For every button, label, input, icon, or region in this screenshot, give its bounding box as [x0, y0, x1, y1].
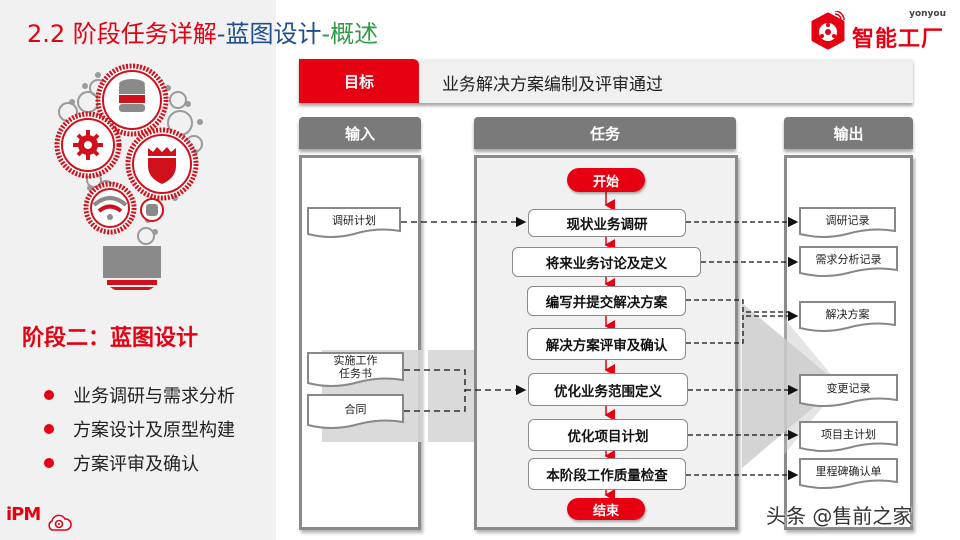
title-separator: - — [321, 20, 331, 48]
input-document[interactable]: 实施工作 任务书 — [307, 352, 404, 388]
task-step[interactable]: 解决方案评审及确认 — [527, 328, 686, 360]
output-document[interactable]: 解决方案 — [799, 301, 896, 333]
brand-logo: yonyou 智能工厂 — [808, 5, 948, 52]
brand-small-text: yonyou — [909, 9, 946, 19]
ipm-logo: iPM — [6, 502, 76, 536]
title-section: 2.2 阶段任务详解 — [27, 20, 217, 48]
output-document[interactable]: 变更记录 — [799, 374, 898, 408]
output-document-label: 需求分析记录 — [815, 252, 882, 266]
cloud-gear-icon — [48, 514, 72, 531]
goal-text: 业务解决方案编制及评审通过 — [442, 75, 663, 95]
brand-name: 智能工厂 — [852, 27, 945, 52]
output-document-label: 解决方案 — [825, 307, 870, 321]
output-document[interactable]: 调研记录 — [799, 207, 896, 239]
bullet-text: 方案设计及原型构建 — [73, 420, 235, 441]
column-header-input: 输入 — [299, 117, 421, 149]
bullet-item: 业务调研与需求分析 — [44, 378, 235, 412]
column-header-task: 任务 — [474, 117, 736, 149]
title-topic: 概述 — [330, 20, 379, 48]
input-document[interactable]: 合同 — [307, 394, 404, 430]
flow-start: 开始 — [567, 168, 645, 192]
stage-title: 阶段二：蓝图设计 — [22, 326, 199, 351]
bullet-dot-icon — [44, 390, 54, 400]
bullet-list: 业务调研与需求分析 方案设计及原型构建 方案评审及确认 — [44, 378, 235, 480]
input-document[interactable]: 调研计划 — [307, 207, 401, 239]
output-document-label: 调研记录 — [825, 213, 870, 227]
output-document-label: 里程碑确认单 — [815, 464, 882, 478]
bullet-text: 方案评审及确认 — [73, 454, 199, 475]
task-step[interactable]: 将来业务讨论及定义 — [512, 247, 701, 277]
title-phase: 蓝图设计 — [225, 20, 322, 48]
output-document[interactable]: 里程碑确认单 — [799, 458, 898, 490]
watermark: 头条 @售前之家 — [766, 504, 913, 528]
ipm-logo-text: iPM — [6, 504, 41, 525]
output-document-label: 变更记录 — [826, 381, 871, 395]
bullet-item: 方案评审及确认 — [44, 446, 235, 480]
flow-end: 结束 — [567, 498, 645, 520]
task-step[interactable]: 现状业务调研 — [528, 209, 686, 237]
bullet-item: 方案设计及原型构建 — [44, 412, 235, 446]
input-document-label: 调研计划 — [332, 213, 376, 227]
task-step[interactable]: 优化项目计划 — [528, 419, 688, 451]
goal-label: 目标 — [299, 59, 419, 103]
column-header-output: 输出 — [784, 117, 913, 149]
page-title: 2.2 阶段任务详解-蓝图设计-概述 — [27, 14, 378, 49]
output-document-label: 项目主计划 — [821, 427, 876, 441]
task-step[interactable]: 编写并提交解决方案 — [527, 286, 686, 316]
task-step[interactable]: 本阶段工作质量检查 — [528, 458, 686, 490]
goal-bar: 目标 业务解决方案编制及评审通过 — [299, 59, 913, 103]
bullet-dot-icon — [44, 458, 54, 468]
input-document-label: 合同 — [344, 402, 367, 416]
hexagon-network-icon — [811, 11, 845, 50]
task-step[interactable]: 优化业务范围定义 — [528, 373, 688, 406]
bullet-text: 业务调研与需求分析 — [73, 386, 235, 407]
bullet-dot-icon — [44, 424, 54, 434]
lightbulb-gears-icon — [54, 63, 203, 290]
output-document[interactable]: 需求分析记录 — [799, 246, 898, 278]
input-document-label: 实施工作 任务书 — [333, 354, 378, 380]
output-document[interactable]: 项目主计划 — [799, 421, 898, 453]
